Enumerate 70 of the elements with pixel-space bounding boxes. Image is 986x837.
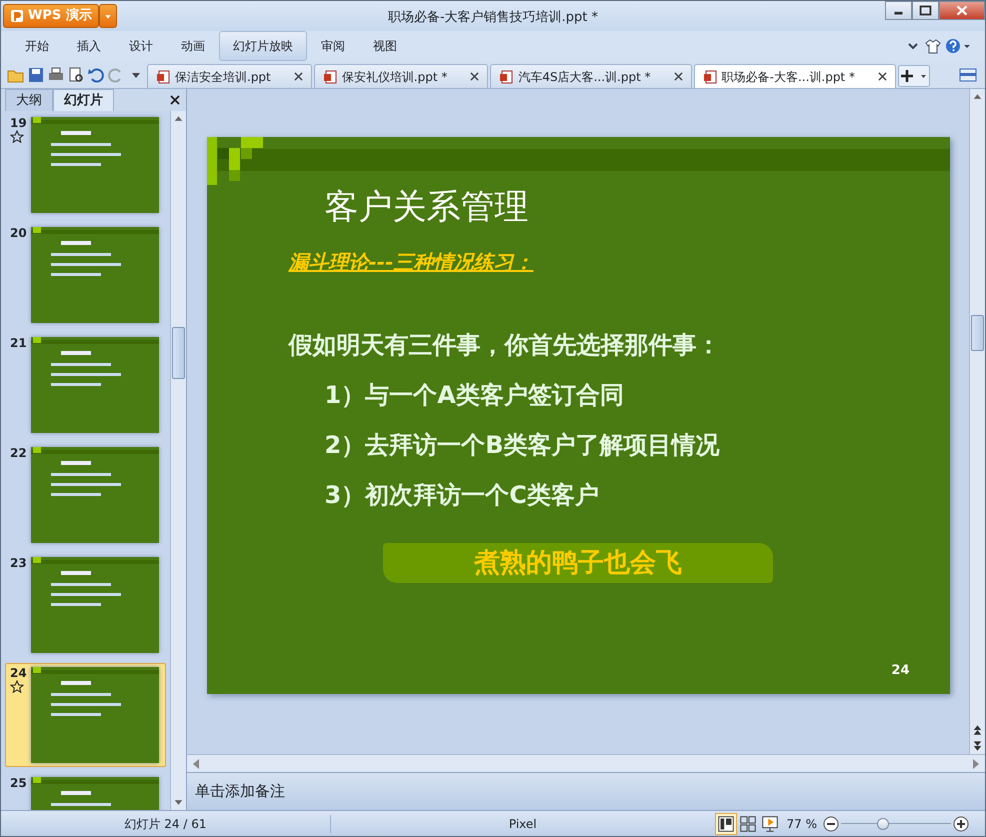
slide-thumbnail[interactable]: 24	[5, 663, 166, 767]
slide-question: 假如明天有三件事，你首先选择那件事：	[288, 330, 720, 362]
close-button[interactable]	[939, 1, 985, 20]
new-tab-button[interactable]	[898, 65, 930, 87]
slide-list-item: 1）与一个A类客户签订合同	[324, 380, 624, 412]
ribbon-tab[interactable]: 插入	[63, 31, 115, 61]
help-icon[interactable]	[945, 38, 961, 54]
close-icon[interactable]	[170, 95, 180, 105]
slide-count: 幻灯片 24 / 61	[1, 814, 331, 832]
page-number: 24	[891, 662, 910, 680]
scrollbar-thumb[interactable]	[971, 315, 984, 351]
minimize-button[interactable]	[885, 1, 912, 20]
close-icon[interactable]	[878, 72, 887, 81]
presentation-file-icon	[322, 70, 337, 84]
slide-thumbnail[interactable]: 19	[5, 113, 166, 217]
presentation-file-icon	[499, 70, 514, 84]
document-tab[interactable]: 保安礼仪培训.ppt *	[314, 64, 488, 88]
notes-field[interactable]: 单击添加备注	[187, 772, 985, 810]
document-tab[interactable]: 保洁安全培训.ppt	[147, 64, 312, 88]
shirt-icon[interactable]	[925, 38, 941, 54]
panel-tab[interactable]: 幻灯片	[53, 88, 114, 111]
slide-thumbnail[interactable]: 23	[5, 553, 166, 657]
ribbon-tab[interactable]: 审阅	[307, 31, 359, 61]
slide-number: 25	[10, 777, 28, 790]
scroll-right-arrow-icon[interactable]	[971, 758, 981, 770]
zoom-percent: 77 %	[786, 816, 817, 832]
zoom-slider[interactable]	[841, 816, 951, 830]
slider-thumb[interactable]	[876, 818, 889, 830]
notes-placeholder: 单击添加备注	[195, 781, 285, 802]
panel-tab[interactable]: 大纲	[5, 88, 53, 111]
app-logo-icon	[10, 9, 24, 23]
slide-title: 客户关系管理	[324, 186, 530, 229]
slide-thumbnail[interactable]: 20	[5, 223, 166, 327]
save-icon[interactable]	[27, 66, 45, 84]
window-layout-icon[interactable]	[959, 68, 977, 82]
print-preview-icon[interactable]	[67, 66, 85, 84]
ribbon-tab[interactable]: 设计	[115, 31, 167, 61]
slide-number: 23	[10, 557, 28, 570]
slide-list-item: 3）初次拜访一个C类客户	[324, 480, 599, 512]
ribbon-tab[interactable]: 幻灯片放映	[219, 31, 307, 61]
slide-number: 22	[10, 447, 28, 460]
document-tab[interactable]: 汽车4S店大客...训.ppt *	[490, 64, 692, 88]
slide-thumbnail[interactable]: 22	[5, 443, 166, 547]
close-icon[interactable]	[294, 72, 303, 81]
close-icon[interactable]	[674, 72, 683, 81]
close-icon[interactable]	[470, 72, 480, 81]
scroll-banner: 煮熟的鸭子也会飞	[383, 543, 773, 584]
slide-number: 19	[10, 117, 28, 130]
ribbon-tab[interactable]: 动画	[167, 31, 219, 61]
scrollbar-thumb[interactable]	[172, 327, 185, 379]
ribbon-tab[interactable]: 视图	[359, 31, 411, 61]
slide-thumbnail[interactable]: 25	[5, 773, 166, 810]
window-title: 职场必备-大客户销售技巧培训.ppt *	[388, 9, 598, 27]
slide-number: 21	[10, 337, 28, 350]
slide-thumbnail[interactable]: 21	[5, 333, 166, 437]
slide-subtitle: 漏斗理论---三种情况练习：	[288, 249, 534, 276]
presentation-file-icon	[156, 70, 170, 84]
scroll-left-arrow-icon[interactable]	[191, 758, 201, 770]
slide-number: 20	[10, 227, 28, 240]
presentation-file-icon	[702, 70, 717, 84]
theme-name: Pixel	[508, 816, 538, 832]
zoom-in-button[interactable]	[953, 816, 969, 832]
undo-icon[interactable]	[87, 66, 105, 84]
document-tab[interactable]: 职场必备-大客...训.ppt *	[694, 64, 896, 88]
zoom-out-button[interactable]	[823, 816, 839, 832]
slide-number: 24	[10, 667, 28, 680]
maximize-button[interactable]	[912, 1, 939, 20]
normal-view-button[interactable]	[714, 812, 736, 834]
ribbon-tab[interactable]: 开始	[11, 31, 63, 61]
slide-list-item: 2）去拜访一个B类客户了解项目情况	[324, 430, 720, 462]
